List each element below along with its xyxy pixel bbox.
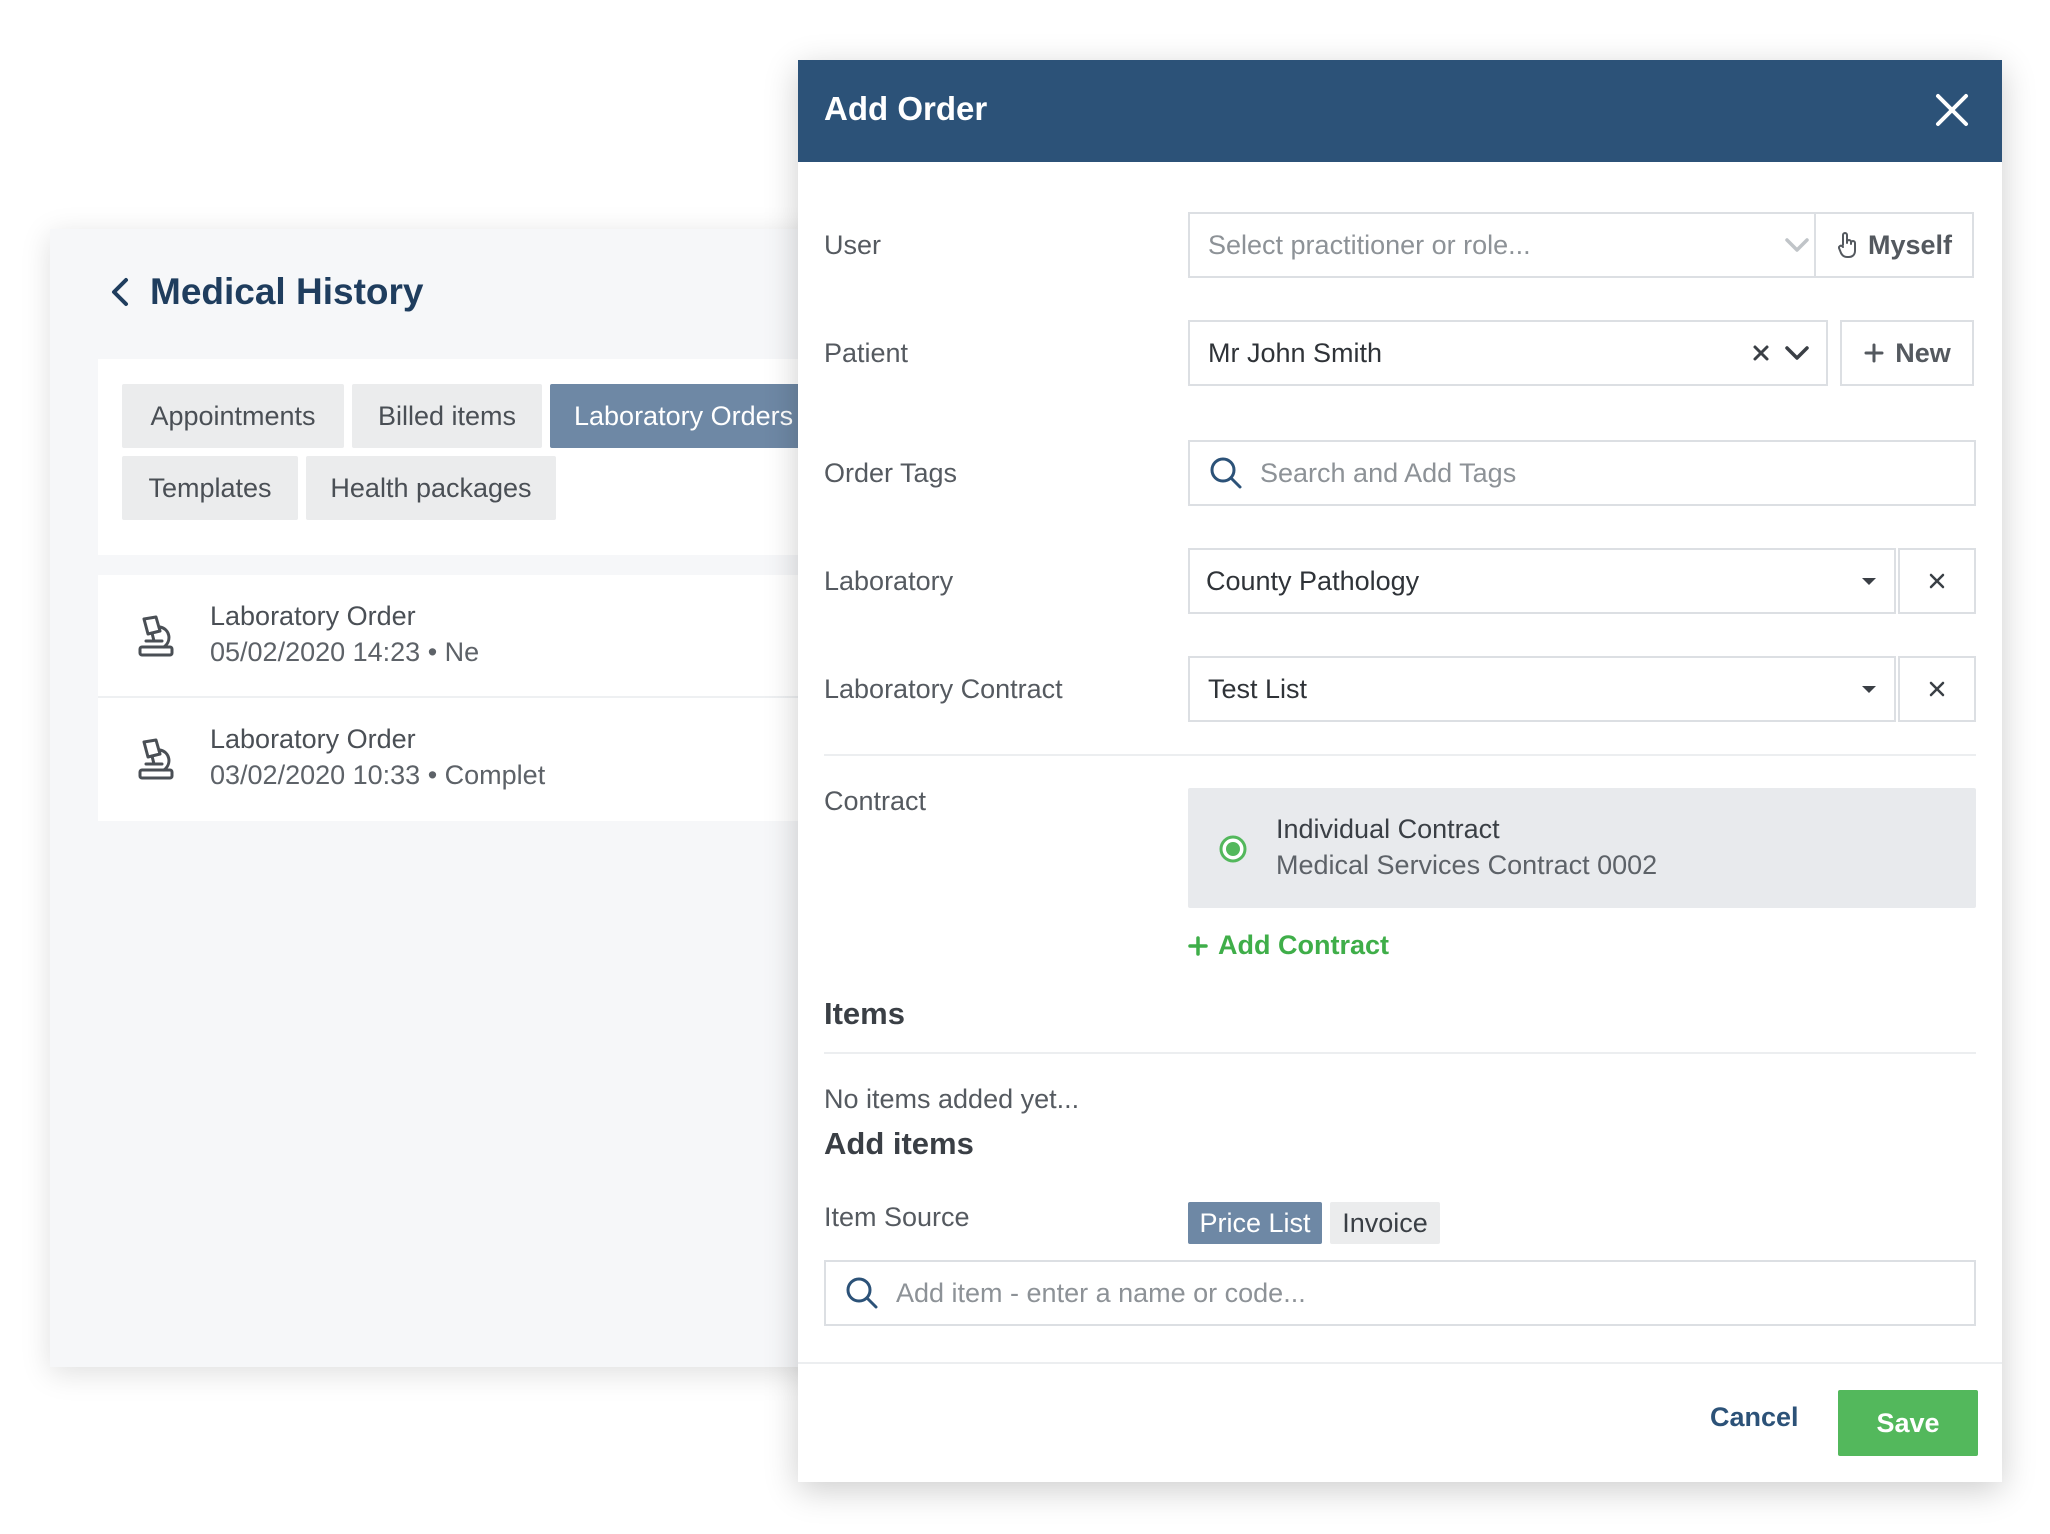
back-chevron-icon[interactable] xyxy=(106,274,134,310)
laboratory-select[interactable]: County Pathology xyxy=(1188,548,1896,614)
list-item[interactable]: Laboratory Order 05/02/2020 14:23 • Ne xyxy=(98,575,870,698)
order-tags-placeholder: Search and Add Tags xyxy=(1260,457,1517,488)
patient-select-value: Mr John Smith xyxy=(1208,337,1383,368)
myself-button-label: Myself xyxy=(1867,229,1953,260)
cancel-button[interactable]: Cancel xyxy=(1710,1402,1799,1433)
contract-option[interactable]: Individual Contract Medical Services Con… xyxy=(1188,788,1976,908)
myself-button[interactable]: Myself xyxy=(1814,212,1974,278)
add-items-heading: Add items xyxy=(824,1126,974,1161)
divider xyxy=(824,1052,1976,1054)
patient-label: Patient xyxy=(824,338,909,368)
laboratory-contract-value: Test List xyxy=(1208,673,1308,704)
plus-icon xyxy=(1864,343,1884,363)
order-meta: 03/02/2020 10:33 • Complet xyxy=(210,760,546,790)
clear-laboratory-contract-button[interactable] xyxy=(1898,656,1976,722)
microscope-icon xyxy=(138,615,174,657)
source-price-list-button[interactable]: Price List xyxy=(1188,1202,1322,1244)
add-order-modal: Add Order User Select practitioner or ro… xyxy=(798,60,2002,1482)
laboratory-label: Laboratory xyxy=(824,566,954,596)
clear-icon[interactable] xyxy=(1752,344,1770,362)
item-source-label: Item Source xyxy=(824,1202,970,1232)
tab-health-packages[interactable]: Health packages xyxy=(306,456,556,520)
new-patient-button-label: New xyxy=(1895,337,1951,368)
laboratory-select-value: County Pathology xyxy=(1206,565,1420,596)
search-icon xyxy=(1210,457,1242,489)
close-icon xyxy=(1929,573,1945,589)
radio-selected-icon[interactable] xyxy=(1218,834,1248,864)
page-title: Medical History xyxy=(106,271,423,313)
tab-templates[interactable]: Templates xyxy=(122,456,298,520)
page-title-text: Medical History xyxy=(150,271,424,312)
modal-title: Add Order xyxy=(824,90,988,127)
microscope-icon xyxy=(138,738,174,780)
hand-pointer-icon xyxy=(1837,232,1856,258)
history-tabs: Appointments Billed items Laboratory Ord… xyxy=(98,359,870,555)
patient-select[interactable]: Mr John Smith xyxy=(1188,320,1828,386)
order-title: Laboratory Order xyxy=(210,724,416,754)
search-icon xyxy=(846,1277,878,1309)
contract-detail: Medical Services Contract 0002 xyxy=(1276,850,1658,880)
new-patient-button[interactable]: New xyxy=(1840,320,1974,386)
contract-name: Individual Contract xyxy=(1276,814,1500,844)
tab-billed-items[interactable]: Billed items xyxy=(352,384,542,448)
user-label: User xyxy=(824,230,882,260)
add-item-placeholder: Add item - enter a name or code... xyxy=(896,1277,1306,1308)
footer-divider xyxy=(798,1362,2002,1364)
modal-header: Add Order xyxy=(798,60,2002,162)
medical-history-panel: Medical History Appointments Billed item… xyxy=(50,229,870,1367)
close-icon xyxy=(1929,681,1945,697)
contract-label: Contract xyxy=(824,786,927,816)
user-select[interactable]: Select practitioner or role... xyxy=(1188,212,1828,278)
chevron-down-icon xyxy=(1785,238,1809,252)
laboratory-order-list: Laboratory Order 05/02/2020 14:23 • Ne L… xyxy=(98,575,870,821)
laboratory-contract-select[interactable]: Test List xyxy=(1188,656,1896,722)
list-item[interactable]: Laboratory Order 03/02/2020 10:33 • Comp… xyxy=(98,698,870,821)
caret-down-icon xyxy=(1862,578,1876,585)
source-invoice-button[interactable]: Invoice xyxy=(1330,1202,1440,1244)
chevron-down-icon xyxy=(1785,346,1809,360)
add-contract-link[interactable]: Add Contract xyxy=(1188,930,1389,961)
divider xyxy=(824,754,1976,756)
order-tags-label: Order Tags xyxy=(824,458,958,488)
clear-laboratory-button[interactable] xyxy=(1898,548,1976,614)
order-title: Laboratory Order xyxy=(210,601,416,631)
add-contract-label: Add Contract xyxy=(1218,930,1389,960)
add-item-search-input[interactable]: Add item - enter a name or code... xyxy=(824,1260,1976,1326)
close-icon[interactable] xyxy=(1932,90,1972,130)
tab-appointments[interactable]: Appointments xyxy=(122,384,344,448)
plus-icon xyxy=(1188,935,1208,956)
items-heading: Items xyxy=(824,996,905,1031)
order-tags-input[interactable]: Search and Add Tags xyxy=(1188,440,1976,506)
items-empty-text: No items added yet... xyxy=(824,1084,1080,1114)
save-button[interactable]: Save xyxy=(1838,1390,1978,1456)
caret-down-icon xyxy=(1862,686,1876,693)
order-meta: 05/02/2020 14:23 • Ne xyxy=(210,637,480,667)
laboratory-contract-label: Laboratory Contract xyxy=(824,674,1063,704)
user-select-placeholder: Select practitioner or role... xyxy=(1208,229,1531,260)
